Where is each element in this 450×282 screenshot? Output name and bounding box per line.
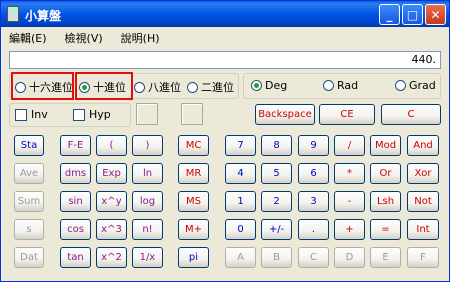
lsh-button[interactable]: Lsh (370, 191, 401, 212)
digit-2-button[interactable]: 2 (261, 191, 292, 212)
xor-button[interactable]: Xor (407, 163, 439, 184)
menu-bar: 編輯(E) 檢視(V) 說明(H) (1, 28, 449, 47)
add-button[interactable]: + (334, 219, 365, 240)
mr-button[interactable]: MR (178, 163, 209, 184)
multiply-button[interactable]: * (334, 163, 365, 184)
digit-3-button[interactable]: 3 (298, 191, 329, 212)
result-display: 440. (9, 51, 441, 69)
mc-button[interactable]: MC (178, 135, 209, 156)
ms-button[interactable]: MS (178, 191, 209, 212)
maximize-button[interactable]: □ (402, 4, 423, 25)
reciprocal-button[interactable]: 1/x (132, 247, 163, 268)
ave-button[interactable]: Ave (14, 163, 44, 184)
radio-bin[interactable]: 二進位 (187, 79, 234, 95)
memory-indicator (181, 103, 203, 125)
radio-oct[interactable]: 八進位 (134, 79, 181, 95)
equals-button[interactable]: = (370, 219, 401, 240)
title-bar[interactable]: 小算盤 _ □ ✕ (1, 1, 449, 27)
radio-rad-label: Rad (337, 79, 359, 92)
not-button[interactable]: Not (407, 191, 439, 212)
window-title: 小算盤 (25, 9, 62, 23)
menu-edit[interactable]: 編輯(E) (9, 30, 47, 46)
s-button[interactable]: s (14, 219, 44, 240)
hex-d-button[interactable]: D (334, 247, 365, 268)
open-paren-button[interactable]: ( (96, 135, 127, 156)
subtract-button[interactable]: - (334, 191, 365, 212)
calculator-window: 小算盤 _ □ ✕ 編輯(E) 檢視(V) 說明(H) 440. 十六進位 十進… (0, 0, 450, 282)
pi-button[interactable]: pi (178, 247, 209, 268)
digit-9-button[interactable]: 9 (298, 135, 329, 156)
radio-grad-dot[interactable] (395, 80, 406, 91)
sta-button[interactable]: Sta (14, 135, 44, 156)
checkbox-inv[interactable]: Inv (15, 108, 48, 121)
x-squared-button[interactable]: x^2 (96, 247, 127, 268)
factorial-button[interactable]: n! (132, 219, 163, 240)
radio-grad[interactable]: Grad (395, 79, 436, 92)
hex-a-button[interactable]: A (225, 247, 256, 268)
radio-grad-label: Grad (409, 79, 436, 92)
digit-4-button[interactable]: 4 (225, 163, 256, 184)
dat-button[interactable]: Dat (14, 247, 44, 268)
menu-view[interactable]: 檢視(V) (65, 30, 103, 46)
radio-rad[interactable]: Rad (323, 79, 358, 92)
highlight-dec (75, 72, 133, 100)
digit-0-button[interactable]: 0 (225, 219, 256, 240)
checkbox-inv-box[interactable] (15, 108, 27, 121)
x-cubed-button[interactable]: x^3 (96, 219, 127, 240)
checkbox-hyp-box[interactable] (73, 108, 85, 121)
radio-rad-dot[interactable] (323, 80, 334, 91)
digit-8-button[interactable]: 8 (261, 135, 292, 156)
exp-button[interactable]: Exp (96, 163, 127, 184)
radio-bin-label: 二進位 (201, 81, 234, 94)
radio-deg-label: Deg (265, 79, 288, 92)
close-button[interactable]: ✕ (425, 4, 446, 25)
checkbox-hyp-label: Hyp (89, 108, 111, 121)
dms-button[interactable]: dms (60, 163, 91, 184)
parenthesis-indicator (136, 103, 158, 125)
log-button[interactable]: log (132, 191, 163, 212)
sin-button[interactable]: sin (60, 191, 91, 212)
tan-button[interactable]: tan (60, 247, 91, 268)
hex-f-button[interactable]: F (407, 247, 439, 268)
x-pow-y-button[interactable]: x^y (96, 191, 127, 212)
digit-1-button[interactable]: 1 (225, 191, 256, 212)
decimal-button[interactable]: . (298, 219, 329, 240)
radio-deg-dot[interactable] (251, 80, 262, 91)
radio-oct-dot[interactable] (134, 81, 145, 93)
divide-button[interactable]: / (334, 135, 365, 156)
digit-7-button[interactable]: 7 (225, 135, 256, 156)
cos-button[interactable]: cos (60, 219, 91, 240)
checkbox-hyp[interactable]: Hyp (73, 108, 111, 121)
menu-help[interactable]: 說明(H) (121, 30, 160, 46)
hex-b-button[interactable]: B (261, 247, 292, 268)
mod-button[interactable]: Mod (370, 135, 401, 156)
checkbox-inv-label: Inv (31, 108, 48, 121)
hex-c-button[interactable]: C (298, 247, 329, 268)
highlight-hex (11, 72, 74, 100)
radio-deg[interactable]: Deg (251, 79, 287, 92)
hex-e-button[interactable]: E (370, 247, 401, 268)
close-paren-button[interactable]: ) (132, 135, 163, 156)
int-button[interactable]: Int (407, 219, 439, 240)
c-button[interactable]: C (381, 104, 441, 125)
negate-button[interactable]: +/- (261, 219, 292, 240)
fe-button[interactable]: F-E (60, 135, 91, 156)
sum-button[interactable]: Sum (14, 191, 44, 212)
calculator-app-icon (7, 6, 19, 22)
and-button[interactable]: And (407, 135, 439, 156)
ln-button[interactable]: ln (132, 163, 163, 184)
radio-oct-label: 八進位 (148, 81, 181, 94)
backspace-button[interactable]: Backspace (255, 104, 315, 125)
digit-6-button[interactable]: 6 (298, 163, 329, 184)
or-button[interactable]: Or (370, 163, 401, 184)
radio-bin-dot[interactable] (187, 81, 198, 93)
ce-button[interactable]: CE (319, 104, 375, 125)
minimize-button[interactable]: _ (379, 4, 400, 25)
m-plus-button[interactable]: M+ (178, 219, 209, 240)
digit-5-button[interactable]: 5 (261, 163, 292, 184)
